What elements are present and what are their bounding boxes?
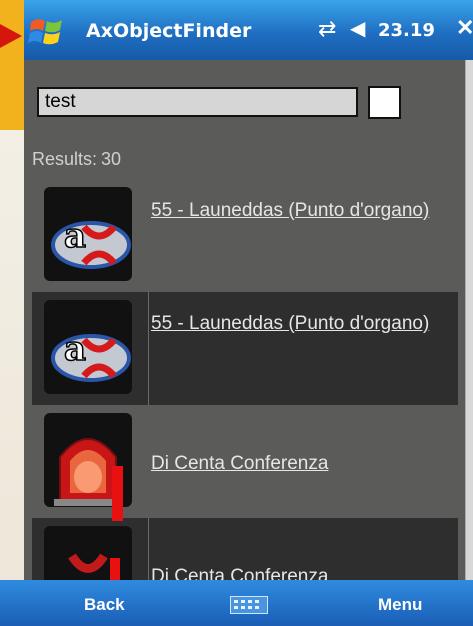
ax-logo-icon: a [44, 300, 132, 394]
list-item[interactable]: a 55 - Launeddas (Punto d'organo) [32, 292, 458, 405]
svg-text:a: a [64, 329, 86, 369]
scrollbar-track[interactable] [465, 60, 466, 580]
app-title: AxObjectFinder [86, 20, 252, 42]
search-checkbox[interactable] [368, 86, 401, 119]
list-item[interactable]: Di Centa Conferenza [32, 405, 458, 518]
menu-button[interactable]: Menu [378, 595, 422, 615]
list-item[interactable]: Di Centa Conferenza [32, 518, 458, 580]
windows-start-icon[interactable] [28, 14, 66, 50]
list-item[interactable]: a 55 - Launeddas (Punto d'organo) [32, 179, 458, 292]
item-title[interactable]: Di Centa Conferenza [151, 452, 441, 476]
search-input[interactable]: test [37, 87, 358, 117]
background-left [0, 0, 24, 626]
row-divider [148, 518, 149, 580]
background-right [466, 40, 473, 600]
ax-logo-icon: a [44, 187, 132, 281]
row-divider [148, 292, 149, 405]
main-panel: test Results: 30 a 55 - Launeddas (Punto … [24, 60, 466, 580]
clock-time[interactable]: 23.19 [378, 20, 435, 41]
sync-icon[interactable]: ⇄ [318, 16, 336, 42]
annotation-arrow [0, 24, 22, 48]
title-bar: AxObjectFinder ⇄ ◀︎ 23.19 ✕ [24, 0, 473, 60]
results-number: 30 [101, 149, 122, 169]
keyboard-icon[interactable] [230, 596, 268, 614]
results-count: Results: 30 [32, 149, 121, 170]
item-title[interactable]: 55 - Launeddas (Punto d'organo) [151, 199, 441, 223]
close-icon[interactable]: ✕ [456, 15, 473, 41]
svg-text:a: a [64, 216, 86, 256]
item-title[interactable]: Di Centa Conferenza [151, 565, 441, 580]
volume-icon[interactable]: ◀︎ [350, 16, 365, 41]
back-button[interactable]: Back [84, 595, 125, 615]
results-label: Results: [32, 149, 98, 169]
annotation-mark [112, 466, 123, 521]
item-title[interactable]: 55 - Launeddas (Punto d'organo) [151, 312, 441, 336]
soft-key-bar: Back Menu [0, 580, 473, 626]
